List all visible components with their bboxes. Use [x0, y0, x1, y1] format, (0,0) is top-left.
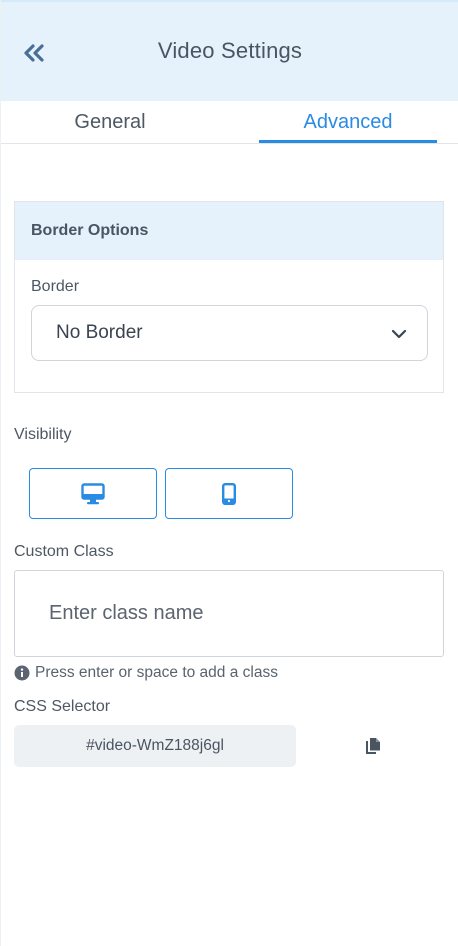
- mobile-icon: [222, 482, 236, 505]
- css-selector-label: CSS Selector: [14, 698, 111, 715]
- custom-class-label: Custom Class: [14, 543, 114, 560]
- border-select-value: No Border: [56, 322, 143, 343]
- css-selector-value: #video-WmZ188j6gl: [14, 725, 296, 767]
- active-tab-indicator: [259, 140, 437, 143]
- visibility-mobile-button[interactable]: [165, 468, 293, 519]
- border-options-panel: Border Options Border No Border: [14, 201, 444, 393]
- tab-general[interactable]: General: [1, 101, 219, 144]
- border-label: Border: [31, 278, 80, 295]
- panel-header: Video Settings: [1, 0, 458, 101]
- page-title: Video Settings: [157, 38, 303, 63]
- settings-panel: Video Settings General Advanced Border O…: [0, 0, 458, 946]
- custom-class-hint: Press enter or space to add a class: [14, 664, 278, 682]
- tab-bar: General Advanced: [1, 101, 458, 144]
- copy-selector-button[interactable]: [361, 734, 385, 758]
- border-select[interactable]: No Border: [31, 305, 428, 361]
- desktop-icon: [81, 482, 105, 504]
- border-options-title: Border Options: [15, 202, 443, 260]
- hint-text: Press enter or space to add a class: [35, 664, 278, 681]
- custom-class-input[interactable]: [14, 570, 444, 657]
- info-icon: [14, 665, 30, 681]
- visibility-desktop-button[interactable]: [29, 468, 157, 519]
- visibility-label: Visibility: [14, 426, 72, 443]
- copy-icon: [366, 738, 380, 754]
- chevron-down-icon: [391, 329, 407, 339]
- tab-advanced[interactable]: Advanced: [259, 101, 437, 144]
